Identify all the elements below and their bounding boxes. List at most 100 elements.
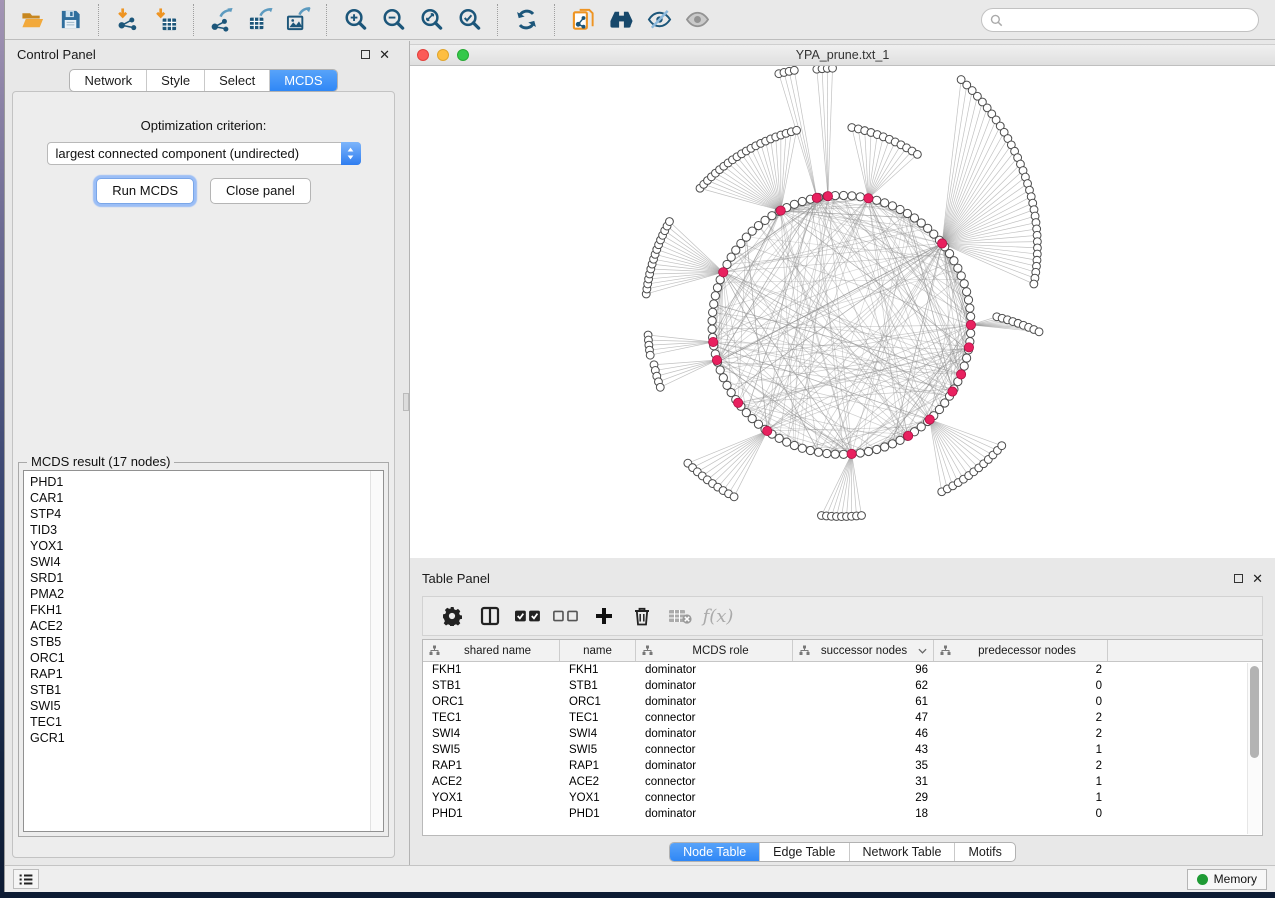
column-header-name[interactable]: name	[560, 640, 636, 661]
mcds-result-item[interactable]: SWI5	[30, 698, 383, 714]
mcds-result-item[interactable]: PHD1	[30, 474, 383, 490]
open-session-icon[interactable]	[17, 5, 47, 35]
table-row[interactable]: ACE2ACE2connector311	[423, 774, 1262, 790]
float-panel-icon[interactable]	[361, 50, 370, 59]
dropdown-stepper-icon	[341, 142, 361, 165]
table-cell: YOX1	[560, 792, 636, 804]
table-row[interactable]: ORC1ORC1dominator610	[423, 694, 1262, 710]
table-cell: connector	[636, 792, 793, 804]
table-scrollbar-thumb[interactable]	[1250, 666, 1259, 758]
network-canvas[interactable]	[410, 66, 1275, 558]
mcds-result-item[interactable]: SWI4	[30, 554, 383, 570]
mcds-result-item[interactable]: FKH1	[30, 602, 383, 618]
mcds-result-list[interactable]: PHD1CAR1STP4TID3YOX1SWI4SRD1PMA2FKH1ACE2…	[23, 470, 384, 832]
table-row[interactable]: YOX1YOX1connector291	[423, 790, 1262, 806]
mcds-result-item[interactable]: YOX1	[30, 538, 383, 554]
mcds-result-item[interactable]: PMA2	[30, 586, 383, 602]
table-cell: SWI5	[423, 744, 560, 756]
control-tab-select[interactable]: Select	[204, 70, 269, 91]
table-cell: ACE2	[560, 776, 636, 788]
column-header-successor-nodes[interactable]: successor nodes	[793, 640, 934, 661]
select-all-rows-icon[interactable]	[513, 601, 543, 631]
splitter-handle[interactable]	[403, 393, 409, 411]
mcds-list-scrollbar[interactable]	[370, 471, 383, 831]
search-input[interactable]	[1003, 11, 1258, 29]
mcds-result-item[interactable]: STP4	[30, 506, 383, 522]
zoom-selected-icon[interactable]	[454, 5, 484, 35]
network-graph[interactable]	[410, 66, 1275, 560]
mcds-result-item[interactable]: GCR1	[30, 730, 383, 746]
table-mode-icon[interactable]	[475, 601, 505, 631]
column-header-shared-name[interactable]: shared name	[423, 640, 560, 661]
table-cell: ACE2	[423, 776, 560, 788]
control-tab-network[interactable]: Network	[70, 70, 146, 91]
export-network-icon[interactable]	[207, 5, 237, 35]
delete-table-icon[interactable]	[665, 601, 695, 631]
create-column-icon[interactable]	[589, 601, 619, 631]
float-table-panel-icon[interactable]	[1234, 574, 1243, 583]
table-row[interactable]: RAP1RAP1dominator352	[423, 758, 1262, 774]
import-table-icon[interactable]	[150, 5, 180, 35]
mcds-result-item[interactable]: ORC1	[30, 650, 383, 666]
export-image-icon[interactable]	[283, 5, 313, 35]
table-row[interactable]: SWI5SWI5connector431	[423, 742, 1262, 758]
close-panel-button[interactable]: Close panel	[210, 178, 311, 204]
network-from-selection-icon[interactable]	[568, 5, 598, 35]
table-scrollbar[interactable]	[1247, 663, 1261, 834]
close-table-panel-icon[interactable]: ✕	[1252, 572, 1263, 585]
table-body: FKH1FKH1dominator962STB1STB1dominator620…	[423, 662, 1262, 822]
control-tab-mcds[interactable]: MCDS	[269, 70, 336, 91]
hide-selected-icon[interactable]	[644, 5, 674, 35]
panel-list-button[interactable]	[13, 869, 39, 889]
table-cell: dominator	[636, 808, 793, 820]
column-header-predecessor-nodes[interactable]: predecessor nodes	[934, 640, 1108, 661]
mcds-result-item[interactable]: TEC1	[30, 714, 383, 730]
search-box[interactable]	[981, 8, 1259, 32]
show-all-icon[interactable]	[682, 5, 712, 35]
sort-indicator-icon[interactable]	[918, 648, 927, 654]
column-settings-icon[interactable]	[437, 601, 467, 631]
control-tab-style[interactable]: Style	[146, 70, 204, 91]
table-row[interactable]: PHD1PHD1dominator180	[423, 806, 1262, 822]
table-cell: RAP1	[423, 760, 560, 772]
table-tab-motifs[interactable]: Motifs	[954, 843, 1014, 861]
mcds-result-item[interactable]: CAR1	[30, 490, 383, 506]
run-mcds-button[interactable]: Run MCDS	[96, 178, 194, 204]
mcds-result-item[interactable]: TID3	[30, 522, 383, 538]
column-header-mcds-role[interactable]: MCDS role	[636, 640, 793, 661]
network-window-titlebar[interactable]: YPA_prune.txt_1	[410, 44, 1275, 66]
table-panel-title: Table Panel	[422, 571, 490, 586]
export-table-icon[interactable]	[245, 5, 275, 35]
mcds-result-item[interactable]: SRD1	[30, 570, 383, 586]
table-cell: 1	[934, 776, 1108, 788]
find-icon[interactable]	[606, 5, 636, 35]
function-builder-icon[interactable]: f(x)	[703, 601, 733, 631]
vertical-splitter[interactable]	[402, 41, 410, 865]
network-window-title: YPA_prune.txt_1	[410, 48, 1275, 62]
delete-columns-icon[interactable]	[627, 601, 657, 631]
table-tab-node-table[interactable]: Node Table	[670, 843, 759, 861]
mcds-result-item[interactable]: STB1	[30, 682, 383, 698]
save-session-icon[interactable]	[55, 5, 85, 35]
criterion-dropdown[interactable]: largest connected component (undirected)	[47, 142, 361, 165]
toolbar-separator	[193, 4, 194, 36]
import-network-icon[interactable]	[112, 5, 142, 35]
deselect-all-rows-icon[interactable]	[551, 601, 581, 631]
zoom-fit-icon[interactable]	[416, 5, 446, 35]
mcds-result-item[interactable]: STB5	[30, 634, 383, 650]
close-panel-icon[interactable]: ✕	[379, 48, 390, 61]
table-cell: FKH1	[423, 664, 560, 676]
table-row[interactable]: STB1STB1dominator620	[423, 678, 1262, 694]
memory-button[interactable]: Memory	[1187, 869, 1267, 890]
table-row[interactable]: SWI4SWI4dominator462	[423, 726, 1262, 742]
mcds-result-item[interactable]: ACE2	[30, 618, 383, 634]
table-row[interactable]: FKH1FKH1dominator962	[423, 662, 1262, 678]
apply-layout-icon[interactable]	[511, 5, 541, 35]
mcds-result-item[interactable]: RAP1	[30, 666, 383, 682]
table-tab-network-table[interactable]: Network Table	[849, 843, 955, 861]
table-row[interactable]: TEC1TEC1connector472	[423, 710, 1262, 726]
table-tab-edge-table[interactable]: Edge Table	[759, 843, 848, 861]
zoom-in-icon[interactable]	[340, 5, 370, 35]
zoom-out-icon[interactable]	[378, 5, 408, 35]
table-cell: 2	[934, 712, 1108, 724]
